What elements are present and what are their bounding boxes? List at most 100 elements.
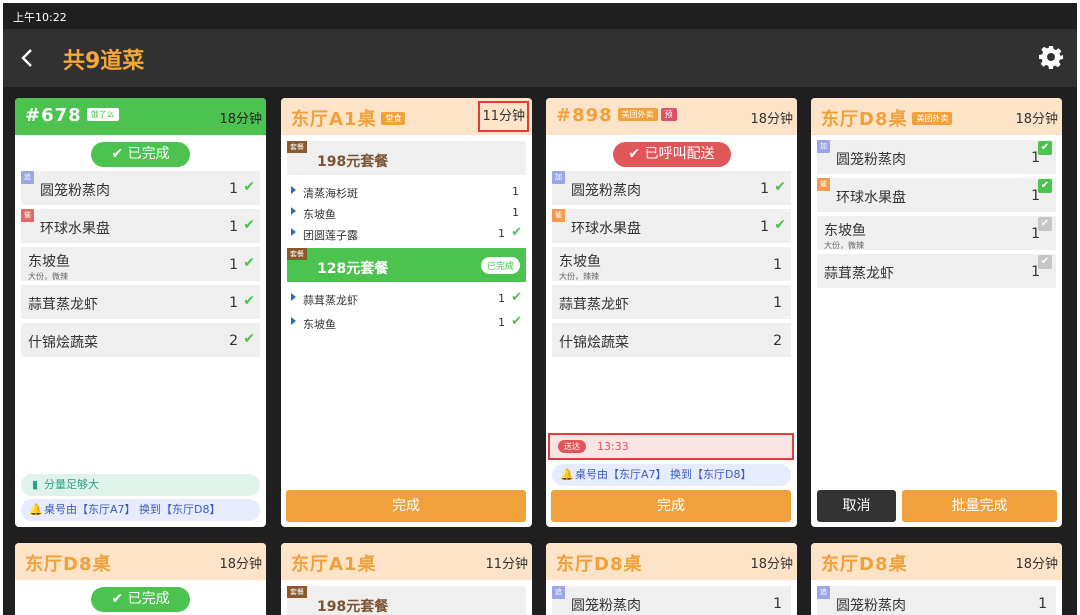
- delivery-time: 13:33: [597, 440, 629, 453]
- check-icon: ✔: [511, 314, 522, 329]
- triangle-icon: [291, 317, 296, 325]
- dish-row[interactable]: 追圆笼粉蒸肉 1 ✔: [21, 171, 260, 205]
- check-icon: ✔: [243, 331, 255, 347]
- delivery-time-bar: 送达 13:33: [548, 433, 794, 460]
- card-header: 东厅D8桌 18分钟: [811, 543, 1062, 580]
- order-card-d8-2[interactable]: 东厅D8桌 18分钟 ✔ 已完成: [15, 543, 266, 615]
- card-header: 东厅D8桌 18分钟: [546, 543, 797, 580]
- dish-row[interactable]: 追圆笼粉蒸肉 1: [552, 586, 791, 615]
- set-tag: 套餐: [287, 141, 307, 153]
- dish-badge: 加: [552, 171, 565, 184]
- check-icon: ✔: [243, 217, 255, 233]
- dish-row[interactable]: 蒜茸蒸龙虾 1: [552, 285, 791, 319]
- platform-tag: 美团外卖: [912, 112, 953, 125]
- card-header: 东厅A1桌 堂食 11分钟: [281, 98, 532, 135]
- dish-row[interactable]: 催环球水果盘 1 ✔: [817, 178, 1056, 212]
- card-header: 东厅D8桌 美团外卖 18分钟: [811, 98, 1062, 135]
- dish-row[interactable]: 东坡鱼 大份，辣辣 1: [552, 247, 791, 281]
- check-icon: ✔: [511, 225, 522, 240]
- back-arrow-icon[interactable]: [17, 47, 39, 69]
- card-header: #678 饿了么 18分钟: [15, 98, 266, 135]
- elapsed-time: 11分钟: [485, 557, 528, 572]
- bell-icon: 🔔: [560, 468, 574, 481]
- dish-badge: 催: [552, 209, 565, 222]
- status-pill-completed: ✔ 已完成: [91, 587, 190, 612]
- checkbox-unchecked-icon[interactable]: ✔: [1038, 255, 1052, 269]
- checkbox-unchecked-icon[interactable]: ✔: [1038, 217, 1052, 231]
- dish-badge: 加: [817, 140, 830, 153]
- dish-row[interactable]: 东坡鱼 大份，微辣 1 ✔: [817, 216, 1056, 250]
- dish-row[interactable]: 加圆笼粉蒸肉 1 ✔: [552, 171, 791, 205]
- status-pill-completed: ✔ 已完成: [91, 142, 190, 167]
- elapsed-time: 18分钟: [1015, 112, 1058, 127]
- set-meal-128[interactable]: 套餐 128元套餐 已完成: [287, 248, 526, 282]
- elapsed-time: 18分钟: [1015, 557, 1058, 572]
- table-name: 东厅D8桌: [821, 554, 908, 575]
- triangle-icon: [291, 228, 296, 236]
- batch-complete-button[interactable]: 批量完成: [902, 490, 1057, 522]
- elapsed-time: 18分钟: [219, 112, 262, 127]
- check-icon: ✔: [243, 293, 255, 309]
- order-number: #678: [25, 105, 82, 126]
- set-item[interactable]: 团圆莲子露 1 ✔: [287, 223, 526, 244]
- order-number: #898: [556, 105, 613, 126]
- set-item[interactable]: 清蒸海杉斑 1: [287, 181, 526, 202]
- set-tag: 套餐: [287, 248, 307, 260]
- elapsed-time: 18分钟: [750, 112, 793, 127]
- status-pill-delivery: ✔ 已呼叫配送: [612, 142, 731, 167]
- dish-row[interactable]: 什锦烩蔬菜 2: [552, 323, 791, 357]
- dish-badge: 追: [552, 586, 565, 599]
- checkbox-checked-icon[interactable]: ✔: [1038, 179, 1052, 193]
- dish-row[interactable]: 什锦烩蔬菜 2 ✔: [21, 323, 260, 357]
- set-meal-198[interactable]: 套餐 198元套餐: [287, 586, 526, 615]
- set-meal-198[interactable]: 套餐 198元套餐: [287, 141, 526, 175]
- checkbox-checked-icon[interactable]: ✔: [1038, 141, 1052, 155]
- check-icon: ✔: [774, 179, 786, 195]
- cancel-button[interactable]: 取消: [817, 490, 896, 522]
- complete-button[interactable]: 完成: [286, 490, 526, 522]
- preorder-tag: 预: [660, 108, 677, 121]
- set-item[interactable]: 东坡鱼 1 ✔: [287, 312, 526, 333]
- dish-badge: 催: [817, 178, 830, 191]
- table-name: 东厅A1桌: [291, 109, 377, 130]
- dish-badge: 催: [21, 209, 34, 222]
- set-item[interactable]: 蒜茸蒸龙虾 1 ✔: [287, 288, 526, 312]
- platform-tag: 饿了么: [86, 108, 119, 121]
- order-card-a1[interactable]: 东厅A1桌 堂食 11分钟 套餐 198元套餐 清蒸海杉斑 1 东坡鱼 1 团圆莲子露 1…: [281, 98, 532, 527]
- table-name: 东厅D8桌: [556, 554, 643, 575]
- table-change-note: 🔔桌号由【东厅A7】 换到【东厅D8】: [21, 499, 260, 521]
- triangle-icon: [291, 293, 296, 301]
- dish-row[interactable]: 催环球水果盘 1 ✔: [552, 209, 791, 243]
- dish-row[interactable]: 蒜茸蒸龙虾 1 ✔: [817, 254, 1056, 288]
- order-card-678[interactable]: #678 饿了么 18分钟 ✔ 已完成 追圆笼粉蒸肉 1 ✔ 催环球水果盘 1 ✔ 东坡鱼…: [15, 98, 266, 527]
- completed-badge: 已完成: [480, 257, 520, 274]
- check-icon: ✔: [511, 290, 522, 305]
- order-card-a1-2[interactable]: 东厅A1桌 11分钟 套餐 198元套餐: [281, 543, 532, 615]
- order-card-d8-4[interactable]: 东厅D8桌 18分钟 追圆笼粉蒸肉 1: [811, 543, 1062, 615]
- table-name: 东厅D8桌: [821, 109, 908, 130]
- elapsed-time: 18分钟: [219, 557, 262, 572]
- dish-row[interactable]: 蒜茸蒸龙虾 1 ✔: [21, 285, 260, 319]
- table-change-note: 🔔桌号由【东厅A7】 换到【东厅D8】: [552, 464, 791, 486]
- set-tag: 套餐: [287, 586, 307, 598]
- check-icon: ✔: [243, 179, 255, 195]
- set-item[interactable]: 东坡鱼 1: [287, 202, 526, 223]
- dish-row[interactable]: 追圆笼粉蒸肉 1: [817, 586, 1056, 615]
- order-card-d8[interactable]: 东厅D8桌 美团外卖 18分钟 加圆笼粉蒸肉 1 ✔ 催环球水果盘 1 ✔ 东坡鱼 大份，微…: [811, 98, 1062, 527]
- order-card-d8-3[interactable]: 东厅D8桌 18分钟 追圆笼粉蒸肉 1: [546, 543, 797, 615]
- dish-row[interactable]: 东坡鱼 大份，微辣 1 ✔: [21, 247, 260, 281]
- check-icon: ✔: [243, 255, 255, 271]
- complete-button[interactable]: 完成: [551, 490, 791, 522]
- page-title: 共9道菜: [63, 49, 145, 74]
- dish-row[interactable]: 加圆笼粉蒸肉 1 ✔: [817, 140, 1056, 174]
- order-card-898[interactable]: #898 美团外卖预 18分钟 ✔ 已呼叫配送 加圆笼粉蒸肉 1 ✔ 催环球水果盘 1 ✔…: [546, 98, 797, 527]
- gear-icon[interactable]: [1039, 45, 1063, 69]
- platform-tag: 堂食: [381, 112, 406, 125]
- triangle-icon: [291, 186, 296, 194]
- triangle-icon: [291, 207, 296, 215]
- delivery-tag: 送达: [558, 440, 586, 453]
- bookmark-icon: ▮: [31, 478, 39, 491]
- dish-row[interactable]: 催环球水果盘 1 ✔: [21, 209, 260, 243]
- status-bar-time: 上午10:22: [13, 11, 67, 24]
- table-name: 东厅A1桌: [291, 554, 377, 575]
